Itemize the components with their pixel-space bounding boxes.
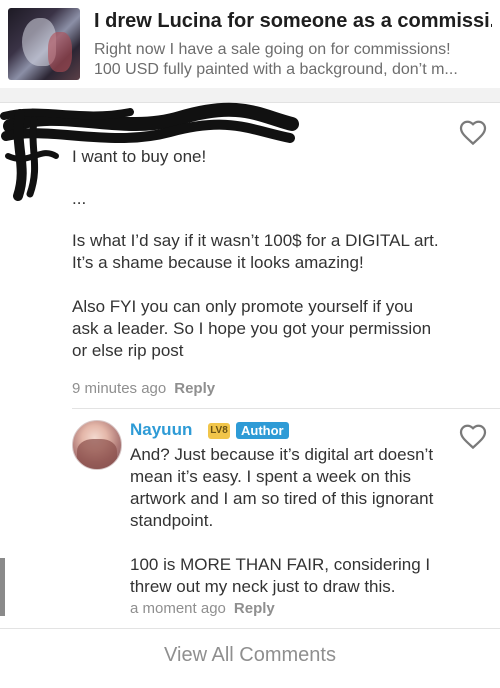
thumbnail-figure-red (48, 32, 72, 72)
like-heart-icon[interactable] (458, 118, 488, 148)
comment-paragraph: And? Just because it’s digital art doesn… (130, 445, 434, 530)
author-badge: Author (236, 422, 289, 439)
comment-body: And? Just because it’s digital art doesn… (130, 444, 450, 598)
comment-meta: a moment ago Reply (130, 600, 275, 617)
comment-timestamp: 9 minutes ago (72, 380, 167, 397)
post-thumbnail-image[interactable] (8, 8, 80, 80)
comment-timestamp: a moment ago (130, 600, 226, 617)
like-heart-icon[interactable] (458, 422, 488, 452)
post-snippet: Right now I have a sale going on for com… (94, 40, 492, 80)
view-all-comments-link[interactable]: View All Comments (0, 644, 500, 667)
comment-body: I want to buy one! ... Is what I’d say i… (72, 146, 442, 362)
comment-divider (72, 408, 500, 409)
comment-paragraph: I want to buy one! (72, 147, 207, 166)
avatar-hair-shape (77, 439, 117, 469)
post-title[interactable]: I drew Lucina for someone as a commissi.… (94, 10, 492, 33)
post-snippet-line-2: 100 USD fully painted with a background,… (94, 61, 458, 78)
reply-button[interactable]: Reply (234, 600, 275, 617)
level-badge: LV8 (208, 423, 230, 439)
reply-button[interactable]: Reply (174, 380, 215, 397)
section-divider (0, 628, 500, 629)
comment-paragraph: 100 is MORE THAN FAIR, considering I thr… (130, 555, 431, 596)
scroll-edge-marker (0, 558, 5, 616)
comment-paragraph: ... (72, 189, 87, 208)
comment-paragraph: Also FYI you can only promote yourself i… (72, 297, 432, 360)
comment-paragraph: Is what I’d say if it wasn’t 100$ for a … (72, 231, 439, 272)
post-snippet-line-1: Right now I have a sale going on for com… (94, 41, 451, 58)
user-avatar[interactable] (72, 420, 122, 470)
post-header[interactable]: I drew Lucina for someone as a commissi.… (0, 0, 500, 89)
comment-meta: 9 minutes ago Reply (72, 380, 215, 397)
comment-author-name[interactable]: Nayuun (130, 420, 192, 440)
